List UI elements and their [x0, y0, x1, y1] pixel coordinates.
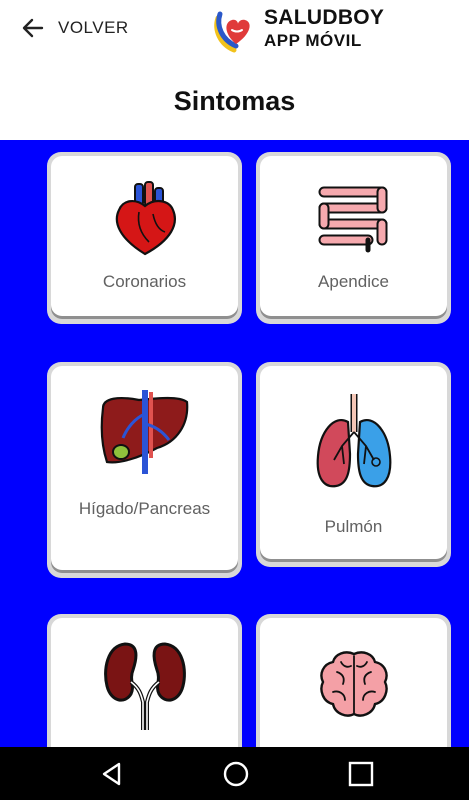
card-label: Pulmón	[324, 517, 383, 536]
card-label: Coronarios	[102, 272, 187, 291]
brain-icon	[319, 651, 388, 717]
recents-square-icon[interactable]	[346, 759, 376, 789]
card-pulmon[interactable]: Pulmón	[256, 362, 451, 567]
logo-subtitle: APP MÓVIL	[264, 31, 362, 50]
back-triangle-icon[interactable]	[97, 759, 127, 789]
lungs-icon	[316, 394, 391, 488]
liver-icon	[100, 390, 188, 474]
kidneys-icon	[103, 642, 186, 730]
card-apendice[interactable]: Apendice	[256, 152, 451, 324]
card-coronarios[interactable]: Coronarios	[47, 152, 242, 324]
card-label: Apendice	[318, 272, 389, 291]
symptom-grid: Coronarios Apendice Hígado/Pancreas Pulm…	[0, 140, 469, 747]
card-label: Hígado/Pancreas	[78, 499, 211, 518]
system-nav-bar	[0, 747, 469, 800]
intestine-icon	[318, 186, 387, 253]
logo-heart-icon	[214, 11, 250, 53]
home-circle-icon[interactable]	[221, 759, 251, 789]
page-title: Sintomas	[173, 85, 296, 116]
title-bar: Sintomas	[0, 62, 469, 140]
heart-icon	[115, 181, 176, 256]
card-higado-pancreas[interactable]: Hígado/Pancreas	[47, 362, 242, 578]
back-button[interactable]: VOLVER	[20, 14, 129, 42]
card-rinones[interactable]	[47, 614, 242, 747]
card-cerebro[interactable]	[256, 614, 451, 747]
logo-name: SALUDBOY	[264, 6, 385, 29]
top-bar: VOLVER SALUDBOY APP MÓVIL	[0, 0, 469, 62]
back-label: VOLVER	[58, 18, 129, 37]
arrow-left-icon	[22, 18, 44, 38]
app-logo: SALUDBOY APP MÓVIL	[210, 4, 410, 56]
